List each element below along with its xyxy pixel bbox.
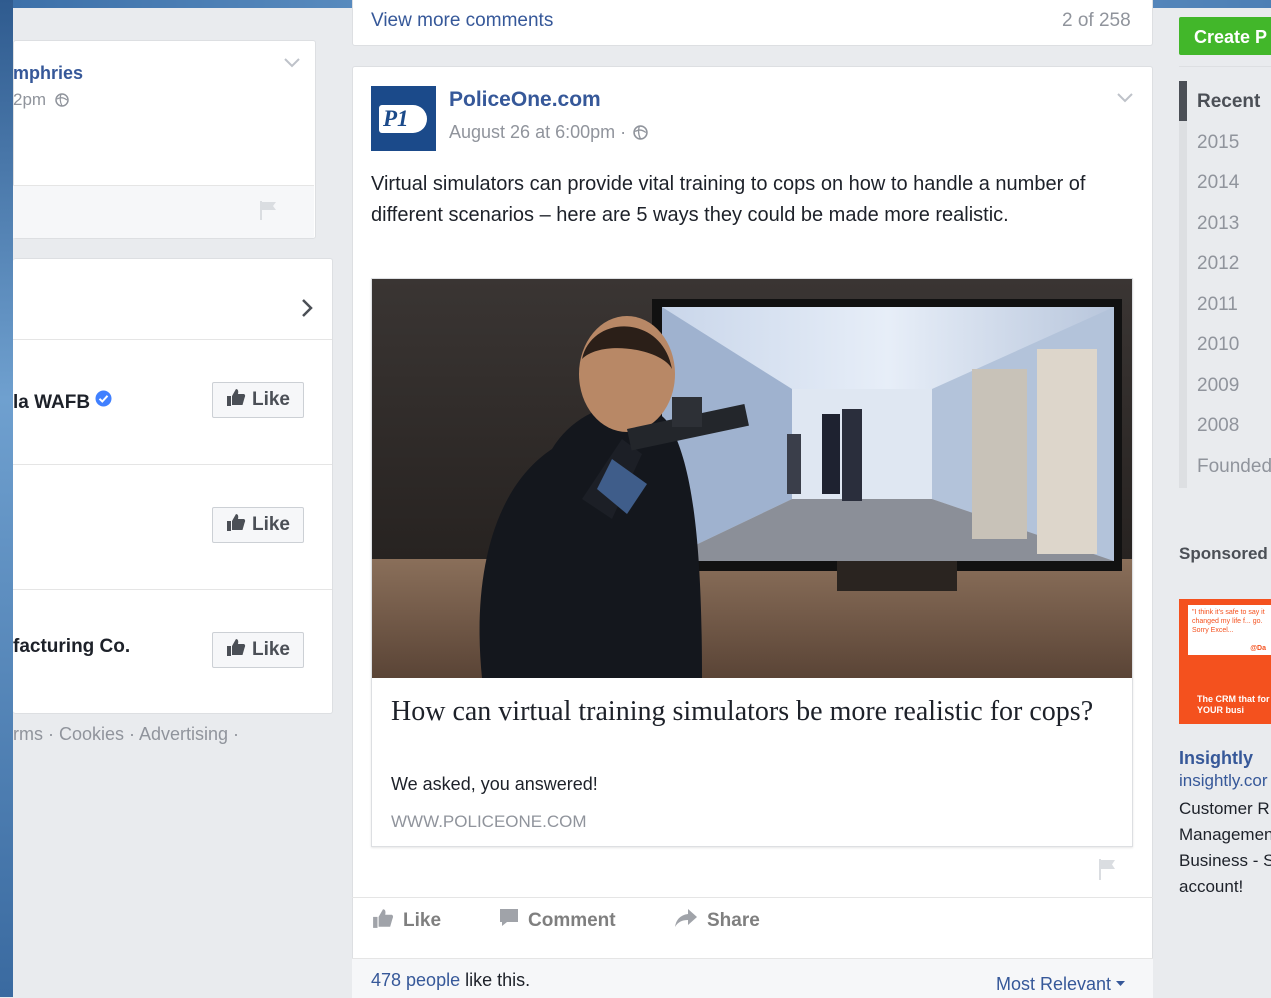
comment-icon [499,908,519,934]
globe-icon [55,92,69,112]
ad-image-quote: "I think it's safe to say it changed my … [1192,609,1265,634]
page-row-name[interactable]: la WAFB [13,390,112,414]
likes-summary: 478 people like this. [371,970,530,991]
comment-count: 2 of 258 [1062,10,1131,31]
left-post-flag-icon[interactable] [258,200,278,220]
globe-icon [633,124,648,145]
page-like-button[interactable]: Like [212,507,304,543]
ad-image[interactable]: "I think it's safe to say it changed my … [1179,599,1271,724]
comment-action-button[interactable]: Comment [499,908,616,934]
ad-description: Customer R Managemen Business - S accoun… [1179,799,1271,896]
page-row-divider [13,589,332,590]
ad-name[interactable]: Insightly [1179,748,1253,769]
post-flag-icon[interactable] [1097,858,1117,880]
timeline-item-2015[interactable]: 2015 [1197,132,1239,154]
thumbs-up-icon [226,388,246,412]
window-left-edge [0,0,13,997]
timeline-item-2009[interactable]: 2009 [1197,375,1239,397]
timeline-item-2008[interactable]: 2008 [1197,415,1239,437]
timeline-item-2014[interactable]: 2014 [1197,172,1239,194]
left-pages-header[interactable] [13,258,332,340]
share-icon [674,908,698,934]
timeline-active-marker [1179,81,1187,121]
page-like-button[interactable]: Like [212,632,304,668]
post-text: Virtual simulators can provide vital tra… [371,173,1086,226]
page-avatar[interactable]: P1 [371,86,436,151]
thumbs-up-icon [372,908,394,934]
link-domain: WWW.POLICEONE.COM [391,812,587,831]
thumbs-up-icon [226,513,246,537]
chevron-right-icon[interactable] [299,297,315,319]
share-action-button[interactable]: Share [674,908,760,934]
right-divider [1179,66,1271,67]
avatar-logo-text: P1 [383,106,409,131]
verified-badge-icon [95,390,112,413]
ad-image-tagline: The CRM that for YOUR busi [1197,694,1270,715]
timeline-item-founded[interactable]: Founded [1197,456,1271,478]
timeline-track [1179,81,1187,488]
post-actions-divider [352,897,1153,898]
page-row-divider [13,464,332,465]
likes-count-link[interactable]: 478 people [371,970,460,990]
timeline-item-2012[interactable]: 2012 [1197,253,1239,275]
ad-url[interactable]: insightly.cor [1179,771,1268,791]
post-options-chevron-down-icon[interactable] [1116,92,1134,104]
timeline-item-recent[interactable]: Recent [1197,91,1260,113]
view-more-comments-link[interactable]: View more comments [371,10,553,32]
link-preview-image[interactable] [372,279,1132,678]
page-row-name[interactable]: facturing Co. [13,636,130,658]
sponsored-heading: Sponsored [1179,544,1268,563]
caret-down-icon [1116,971,1126,992]
create-page-button[interactable]: Create P [1179,17,1271,55]
likes-suffix: like this. [460,970,531,990]
left-post-time: 2pm [13,90,69,112]
ad-image-quote-box: "I think it's safe to say it changed my … [1188,605,1271,655]
page-like-button[interactable]: Like [212,382,304,418]
post-author[interactable]: PoliceOne.com [449,88,601,112]
ad-image-handle: @Da [1250,645,1266,652]
footer-links[interactable]: rms · Cookies · Advertising · [13,724,239,745]
link-description: We asked, you answered! [391,774,598,794]
thumbs-up-icon [226,638,246,662]
link-title[interactable]: How can virtual training simulators be m… [391,694,1111,730]
like-action-button[interactable]: Like [372,908,441,934]
left-post-chevron-down-icon[interactable] [283,57,301,69]
comment-sort-dropdown[interactable]: Most Relevant [996,971,1126,995]
timeline-item-2011[interactable]: 2011 [1197,294,1238,316]
left-post-author[interactable]: mphries [13,63,83,84]
timeline-item-2010[interactable]: 2010 [1197,334,1239,356]
post-date[interactable]: August 26 at 6:00pm · [449,122,648,145]
timeline-item-2013[interactable]: 2013 [1197,213,1239,235]
